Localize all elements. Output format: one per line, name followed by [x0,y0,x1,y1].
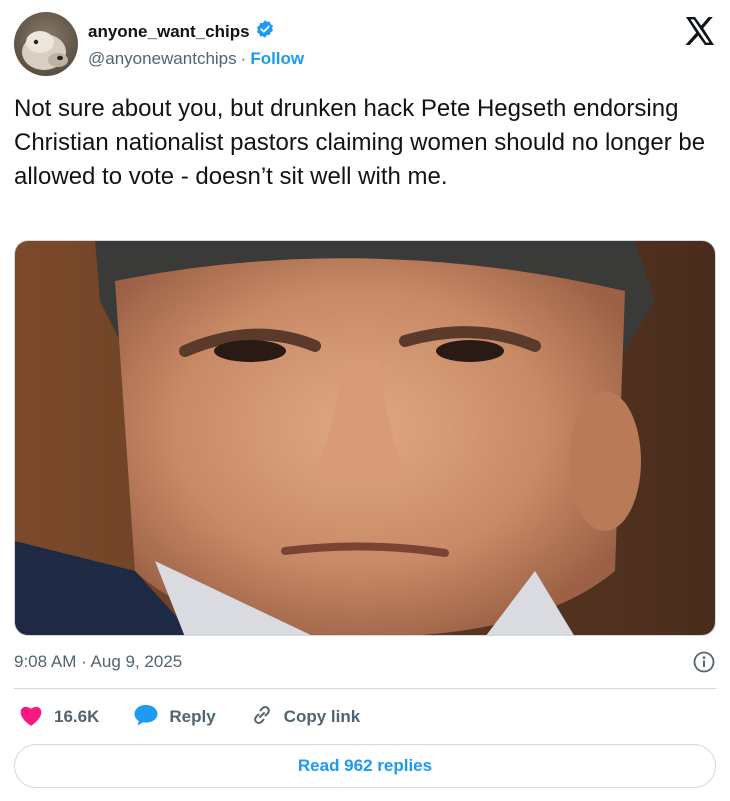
tweet-text: Not sure about you, but drunken hack Pet… [14,95,706,190]
read-replies-button[interactable]: Read 962 replies [14,744,716,788]
tweet-header: anyone_want_chips @anyonewantchips · Fol… [14,12,716,76]
reply-bubble-icon [133,703,159,732]
tweet-actions: 16.6K Reply Copy link [18,702,394,732]
author-name-row: anyone_want_chips [88,19,275,44]
like-count: 16.6K [54,707,100,726]
tweet-timestamp[interactable]: 9:08 AM · Aug 9, 2025 [14,652,182,672]
x-logo-icon[interactable] [684,15,716,47]
reply-button[interactable]: Reply [133,703,216,732]
verified-badge-icon [255,19,275,44]
divider [14,688,716,689]
link-icon [250,703,274,732]
author-handle[interactable]: @anyonewantchips [88,49,237,69]
tweet-photo[interactable] [14,240,716,636]
heart-icon [18,703,44,732]
copy-link-label: Copy link [283,707,361,726]
author-display-name[interactable]: anyone_want_chips [88,22,250,42]
handle-separator: · [240,49,247,68]
info-icon[interactable] [692,650,716,674]
reply-label: Reply [169,707,216,726]
follow-button[interactable]: Follow [250,49,304,69]
copy-link-button[interactable]: Copy link [250,703,361,732]
like-button[interactable]: 16.6K [18,703,99,732]
tweet-meta-row: 9:08 AM · Aug 9, 2025 [14,650,716,674]
author-handle-row: @anyonewantchips · Follow [88,49,304,69]
author-avatar[interactable] [14,12,78,76]
